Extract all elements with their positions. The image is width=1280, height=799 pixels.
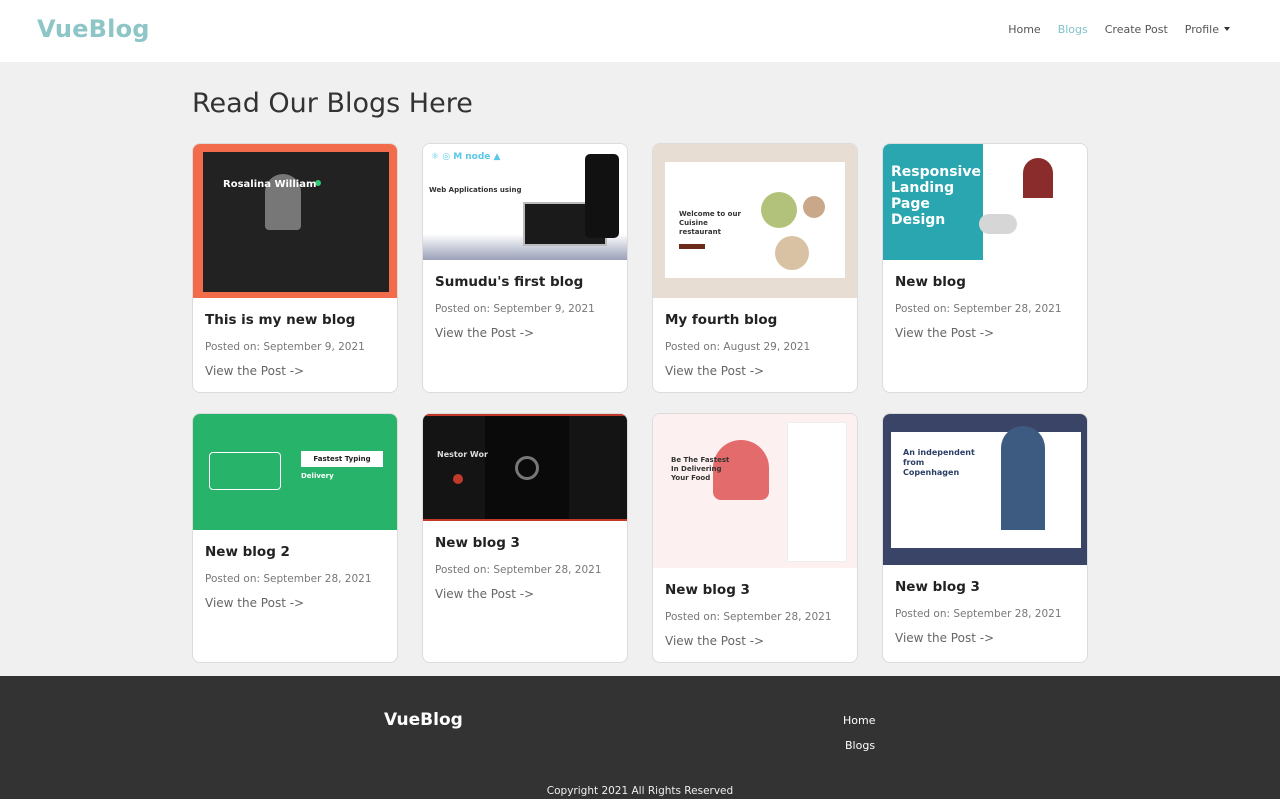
view-post-link[interactable]: View the Post ->: [205, 596, 385, 610]
blog-date: Posted on: September 28, 2021: [665, 611, 832, 623]
footer-links: Home Blogs: [843, 708, 875, 758]
footer: VueBlog Home Blogs Copyright 2021 All Ri…: [0, 676, 1280, 799]
footer-link-blogs[interactable]: Blogs: [845, 733, 875, 758]
blog-date: Posted on: September 9, 2021: [435, 303, 595, 315]
blog-date: Posted on: September 28, 2021: [205, 573, 372, 585]
tech-logos: ⚛ ◎ M node ▲: [431, 152, 501, 162]
copyright-text: Copyright 2021 All Rights Reserved: [546, 785, 734, 797]
navbar: VueBlog Home Blogs Create Post Profile: [0, 0, 1280, 62]
blog-card[interactable]: ⚛ ◎ M node ▲ Web Applications using Sumu…: [422, 143, 628, 393]
nav-create-post[interactable]: Create Post: [1105, 23, 1168, 36]
blog-date: Posted on: September 28, 2021: [895, 303, 1062, 315]
blog-title: New blog 3: [665, 582, 750, 598]
blog-title: This is my new blog: [205, 312, 356, 328]
thumbnail-text: Fastest Typing: [301, 451, 383, 467]
nav-links: Home Blogs Create Post Profile: [1008, 23, 1230, 36]
blog-title: New blog 2: [205, 544, 290, 560]
page-title: Read Our Blogs Here: [192, 88, 473, 119]
footer-brand[interactable]: VueBlog: [384, 710, 463, 730]
thumbnail-text: Be The Fastest In Delivering Your Food: [671, 456, 730, 482]
blog-card[interactable]: Welcome to our Cuisine restaurant My fou…: [652, 143, 858, 393]
thumbnail-text: Nestor Wor: [437, 450, 488, 459]
chevron-down-icon: [1224, 27, 1230, 31]
blog-date: Posted on: September 28, 2021: [895, 608, 1062, 620]
blog-card[interactable]: Nestor Wor New blog 3 Posted on: Septemb…: [422, 413, 628, 663]
blog-card[interactable]: An independent from Copenhagen New blog …: [882, 413, 1088, 663]
view-post-link[interactable]: View the Post ->: [435, 587, 615, 601]
blog-thumbnail: ⚛ ◎ M node ▲ Web Applications using: [423, 144, 627, 260]
blog-thumbnail: Welcome to our Cuisine restaurant: [653, 144, 857, 298]
view-post-link[interactable]: View the Post ->: [895, 326, 1075, 340]
blog-card[interactable]: Be The Fastest In Delivering Your Food N…: [652, 413, 858, 663]
view-post-link[interactable]: View the Post ->: [895, 631, 1075, 645]
blog-title: New blog 3: [435, 535, 520, 551]
blog-title: New blog: [895, 274, 966, 290]
thumbnail-text: Web Applications using: [429, 186, 522, 194]
blog-date: Posted on: August 29, 2021: [665, 341, 811, 353]
blog-thumbnail: Nestor Wor: [423, 414, 627, 521]
brand-logo[interactable]: VueBlog: [37, 15, 150, 43]
blog-title: My fourth blog: [665, 312, 778, 328]
thumbnail-text: Welcome to our Cuisine restaurant: [679, 210, 741, 236]
nav-blogs[interactable]: Blogs: [1058, 23, 1088, 36]
thumbnail-text: An independent from Copenhagen: [903, 448, 975, 477]
blog-thumbnail: Responsive Landing Page Design: [883, 144, 1087, 260]
blog-title: New blog 3: [895, 579, 980, 595]
keyboard-icon: [209, 452, 281, 490]
watch-icon: [515, 456, 539, 480]
footer-link-home[interactable]: Home: [843, 708, 875, 733]
nav-home[interactable]: Home: [1008, 23, 1040, 36]
blog-thumbnail: An independent from Copenhagen: [883, 414, 1087, 565]
thumbnail-text: Responsive Landing Page Design: [891, 164, 981, 228]
blog-thumbnail: Rosalina William: [193, 144, 397, 298]
blog-date: Posted on: September 28, 2021: [435, 564, 602, 576]
nav-profile-dropdown[interactable]: Profile: [1185, 23, 1230, 36]
blog-card[interactable]: Fastest Typing Delivery New blog 2 Poste…: [192, 413, 398, 663]
blog-date: Posted on: September 9, 2021: [205, 341, 365, 353]
view-post-link[interactable]: View the Post ->: [665, 634, 845, 648]
blog-thumbnail: Be The Fastest In Delivering Your Food: [653, 414, 857, 568]
blog-title: Sumudu's first blog: [435, 274, 584, 290]
view-post-link[interactable]: View the Post ->: [665, 364, 845, 378]
nav-profile-label: Profile: [1184, 23, 1219, 36]
blog-thumbnail: Fastest Typing Delivery: [193, 414, 397, 530]
blog-card[interactable]: Responsive Landing Page Design New blog …: [882, 143, 1088, 393]
thumbnail-text: Rosalina William: [223, 179, 317, 190]
view-post-link[interactable]: View the Post ->: [205, 364, 385, 378]
view-post-link[interactable]: View the Post ->: [435, 326, 615, 340]
blog-card[interactable]: Rosalina William This is my new blog Pos…: [192, 143, 398, 393]
